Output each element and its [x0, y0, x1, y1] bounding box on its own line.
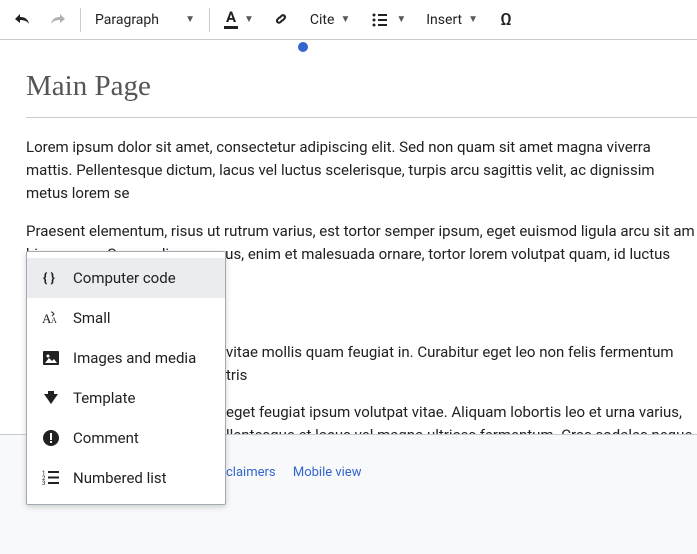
popup-item-label: Computer code	[73, 269, 176, 287]
footer-link-mobile[interactable]: Mobile view	[293, 465, 362, 480]
numbered-list-icon: 123	[41, 468, 61, 488]
link-icon	[272, 10, 292, 30]
chevron-down-icon: ▼	[185, 14, 195, 25]
format-dropdown[interactable]: Paragraph ▼	[85, 0, 205, 40]
svg-text:3: 3	[42, 480, 45, 487]
insert-dropdown[interactable]: Insert ▼	[416, 0, 488, 40]
separator	[80, 8, 81, 32]
insert-label: Insert	[426, 12, 462, 28]
popup-item-comment[interactable]: Comment	[27, 418, 225, 458]
code-icon: { }	[41, 268, 61, 288]
popup-item-label: Numbered list	[73, 469, 167, 487]
slash-command-popup: { } Computer code AA Small Images and me…	[26, 251, 226, 505]
popup-item-label: Small	[73, 309, 111, 327]
popup-item-small[interactable]: AA Small	[27, 298, 225, 338]
omega-icon: Ω	[500, 10, 511, 30]
svg-text:A: A	[51, 316, 57, 325]
popup-item-label: Comment	[73, 429, 139, 447]
popup-item-label: Images and media	[73, 349, 196, 367]
editor-toolbar: Paragraph ▼ A ▼ Cite ▼ ▼ Insert ▼ Ω	[0, 0, 697, 40]
text-style-icon: A	[224, 10, 238, 29]
indicator-dot	[298, 42, 308, 52]
svg-text:{ }: { }	[43, 271, 55, 286]
page-title[interactable]: Main Page	[26, 64, 697, 118]
cite-dropdown[interactable]: Cite ▼	[300, 0, 360, 40]
footer-link-disclaimers[interactable]: claimers	[226, 465, 276, 480]
popup-item-label: Template	[73, 389, 135, 407]
undo-button[interactable]	[4, 0, 40, 40]
bullet-list-icon	[370, 10, 390, 30]
comment-icon	[41, 428, 61, 448]
undo-icon	[12, 10, 32, 30]
separator	[209, 8, 210, 32]
popup-item-images[interactable]: Images and media	[27, 338, 225, 378]
redo-icon	[48, 10, 68, 30]
image-icon	[41, 348, 61, 368]
small-text-icon: AA	[41, 308, 61, 328]
popup-item-computer-code[interactable]: { } Computer code	[27, 258, 225, 298]
cite-label: Cite	[310, 12, 335, 28]
template-icon	[41, 388, 61, 408]
chevron-down-icon: ▼	[396, 14, 406, 25]
popup-item-numbered-list[interactable]: 123 Numbered list	[27, 458, 225, 498]
text-style-dropdown[interactable]: A ▼	[214, 0, 264, 40]
paragraph[interactable]: Lorem ipsum dolor sit amet, consectetur …	[26, 136, 697, 206]
popup-item-template[interactable]: Template	[27, 378, 225, 418]
chevron-down-icon: ▼	[244, 14, 254, 25]
format-dropdown-label: Paragraph	[95, 12, 159, 28]
special-char-button[interactable]: Ω	[488, 0, 524, 40]
chevron-down-icon: ▼	[468, 14, 478, 25]
list-dropdown[interactable]: ▼	[360, 0, 416, 40]
link-button[interactable]	[264, 0, 300, 40]
chevron-down-icon: ▼	[340, 14, 350, 25]
redo-button[interactable]	[40, 0, 76, 40]
